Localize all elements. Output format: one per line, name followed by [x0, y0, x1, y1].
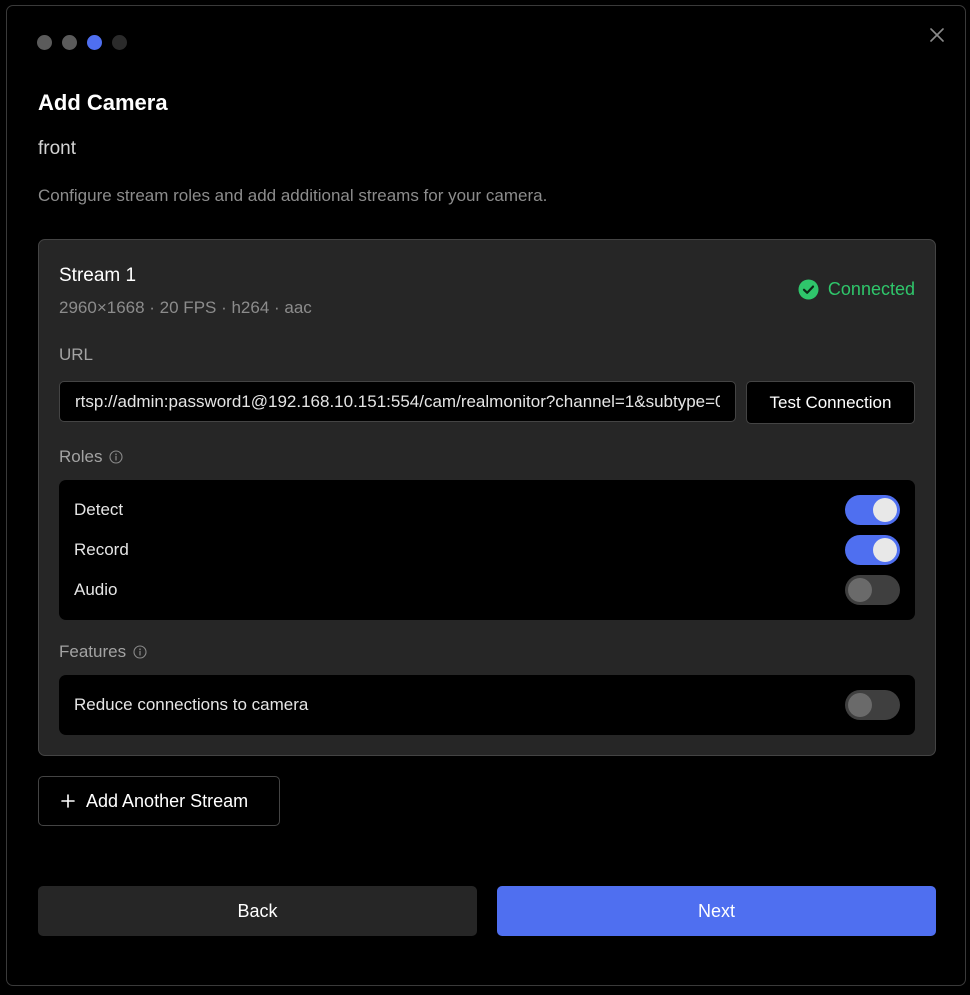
url-input[interactable]	[59, 381, 736, 422]
info-icon[interactable]	[133, 645, 147, 659]
toggle-knob	[848, 693, 872, 717]
audio-toggle[interactable]	[845, 575, 900, 605]
toggle-knob	[848, 578, 872, 602]
stream-title: Stream 1	[59, 265, 137, 286]
step-dot	[62, 35, 77, 50]
role-label: Detect	[74, 500, 124, 519]
reduce-connections-toggle[interactable]	[845, 690, 900, 720]
role-row-record: Record	[74, 535, 900, 565]
add-stream-label: Add Another Stream	[86, 790, 249, 811]
step-dot	[112, 35, 127, 50]
detect-toggle[interactable]	[845, 495, 900, 525]
role-label: Record	[74, 540, 129, 559]
record-toggle[interactable]	[845, 535, 900, 565]
toggle-knob	[873, 498, 897, 522]
next-button[interactable]: Next	[497, 886, 936, 936]
url-label-text: URL	[59, 345, 94, 364]
feature-row-reduce-connections: Reduce connections to camera	[74, 690, 900, 720]
feature-label: Reduce connections to camera	[74, 695, 309, 714]
close-button[interactable]	[927, 25, 947, 45]
test-connection-button[interactable]: Test Connection	[746, 381, 915, 424]
toggle-knob	[873, 538, 897, 562]
check-circle-icon	[798, 279, 819, 300]
stream-meta: 2960×1668 · 20 FPS · h264 · aac	[59, 298, 312, 317]
roles-label-text: Roles	[59, 447, 103, 466]
roles-label: Roles	[59, 447, 124, 467]
dialog-description: Configure stream roles and add additiona…	[38, 186, 548, 205]
connection-status: Connected	[798, 279, 915, 300]
url-label: URL	[59, 345, 93, 365]
step-dot-active	[87, 35, 102, 50]
stream-card: Stream 1 2960×1668 · 20 FPS · h264 · aac…	[38, 239, 936, 756]
roles-panel: Detect Record Audio	[59, 480, 915, 620]
plus-icon	[61, 794, 75, 808]
step-indicator	[37, 35, 127, 50]
features-label: Features	[59, 642, 147, 662]
info-icon[interactable]	[109, 450, 124, 464]
add-another-stream-button[interactable]: Add Another Stream	[38, 776, 280, 826]
role-row-audio: Audio	[74, 575, 900, 605]
dialog-title: Add Camera	[38, 90, 168, 115]
role-label: Audio	[74, 580, 118, 599]
step-dot	[37, 35, 52, 50]
features-panel: Reduce connections to camera	[59, 675, 915, 735]
role-row-detect: Detect	[74, 495, 900, 525]
features-label-text: Features	[59, 642, 127, 661]
back-button[interactable]: Back	[38, 886, 477, 936]
camera-name: front	[38, 138, 77, 159]
status-text: Connected	[827, 279, 915, 299]
close-icon	[930, 28, 944, 42]
add-camera-dialog: Add Camera front Configure stream roles …	[6, 5, 966, 986]
